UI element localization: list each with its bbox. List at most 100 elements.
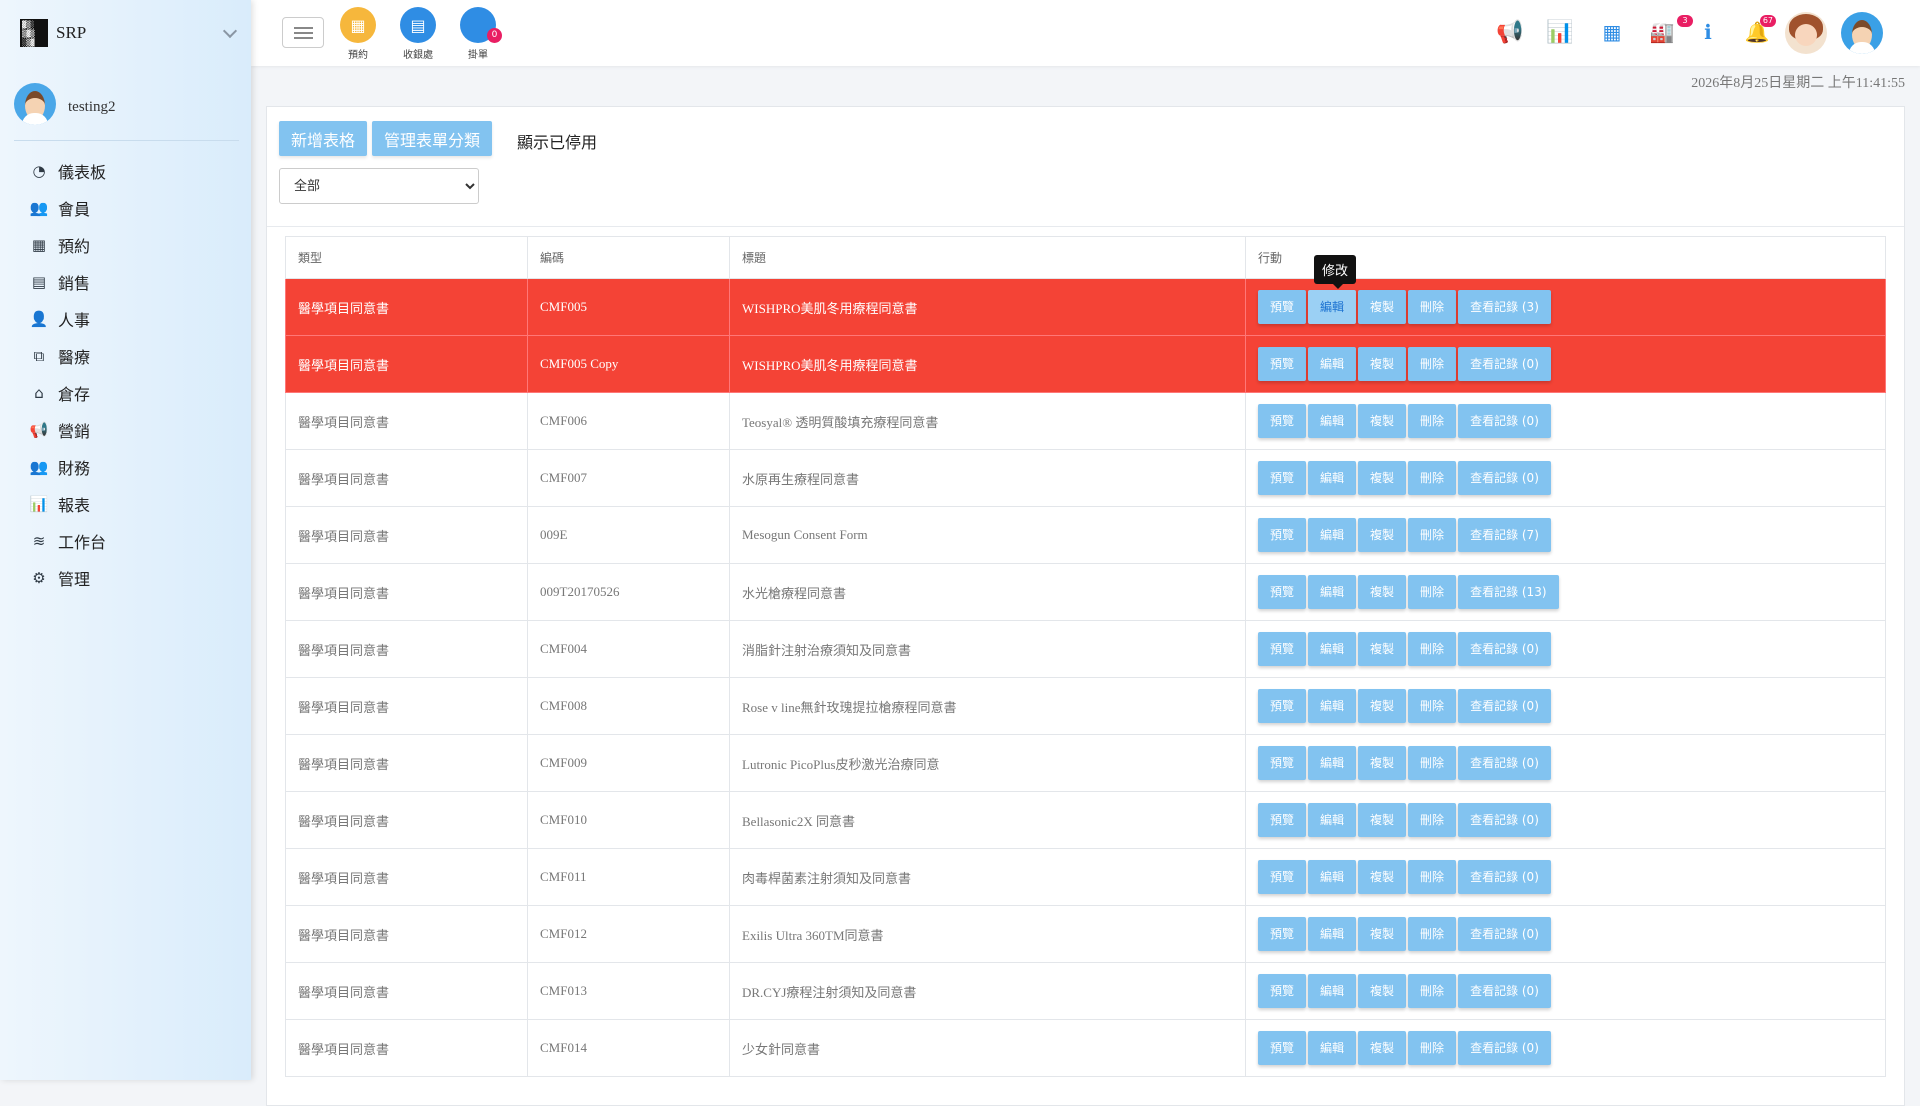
report-icon[interactable]: 📊	[1545, 17, 1575, 47]
preview-button[interactable]: 預覽	[1258, 404, 1307, 438]
preview-button[interactable]: 預覽	[1258, 632, 1307, 666]
info-icon[interactable]: ℹ	[1693, 17, 1723, 47]
chevron-down-icon[interactable]	[222, 23, 238, 39]
edit-button[interactable]: 編輯	[1308, 632, 1357, 666]
preview-button[interactable]: 預覽	[1258, 917, 1307, 951]
avatar[interactable]	[14, 83, 56, 125]
sidebar-item-8[interactable]: 👥 財務	[0, 448, 251, 485]
copy-button[interactable]: 複製	[1358, 746, 1407, 780]
edit-button[interactable]: 編輯	[1308, 575, 1357, 609]
sidebar-item-10[interactable]: ≋ 工作台	[0, 522, 251, 559]
view-records-button[interactable]: 查看記錄 (0)	[1458, 461, 1551, 495]
copy-button[interactable]: 複製	[1358, 404, 1407, 438]
view-records-button[interactable]: 查看記錄 (0)	[1458, 632, 1551, 666]
copy-button[interactable]: 複製	[1358, 803, 1407, 837]
copy-button[interactable]: 複製	[1358, 1031, 1407, 1065]
edit-button[interactable]: 編輯	[1308, 974, 1357, 1008]
manage-category-button[interactable]: 管理表單分類	[372, 121, 493, 156]
queue-icon[interactable]: 🏭 3	[1647, 15, 1693, 47]
delete-button[interactable]: 刪除	[1408, 1031, 1457, 1065]
preview-button[interactable]: 預覽	[1258, 803, 1307, 837]
preview-button[interactable]: 預覽	[1258, 1031, 1307, 1065]
preview-button[interactable]: 預覽	[1258, 746, 1307, 780]
delete-button[interactable]: 刪除	[1408, 461, 1457, 495]
view-records-button[interactable]: 查看記錄 (3)	[1458, 290, 1551, 324]
sidebar-item-4[interactable]: 👤 人事	[0, 300, 251, 337]
brand-switcher[interactable]: ▓▒░ ▒▓▒ ░▒▓ SRP	[20, 18, 238, 48]
quick-pending-order-button[interactable]: 0 掛單	[450, 7, 506, 61]
quick-booking-button[interactable]: ▦ 預約	[330, 7, 386, 61]
view-records-button[interactable]: 查看記錄 (13)	[1458, 575, 1559, 609]
preview-button[interactable]: 預覽	[1258, 974, 1307, 1008]
delete-button[interactable]: 刪除	[1408, 347, 1457, 381]
copy-button[interactable]: 複製	[1358, 860, 1407, 894]
preview-button[interactable]: 預覽	[1258, 575, 1307, 609]
preview-button[interactable]: 預覽	[1258, 689, 1307, 723]
bell-icon[interactable]: 🔔 67	[1742, 15, 1776, 47]
view-records-button[interactable]: 查看記錄 (0)	[1458, 746, 1551, 780]
qr-code-icon[interactable]: ▦	[1597, 17, 1627, 47]
view-records-button[interactable]: 查看記錄 (0)	[1458, 1031, 1551, 1065]
sidebar-item-9[interactable]: 📊 報表	[0, 485, 251, 522]
sidebar-item-11[interactable]: ⚙ 管理	[0, 559, 251, 596]
show-disabled-toggle[interactable]: 顯示已停用	[517, 129, 597, 153]
copy-button[interactable]: 複製	[1358, 689, 1407, 723]
view-records-button[interactable]: 查看記錄 (0)	[1458, 917, 1551, 951]
copy-button[interactable]: 複製	[1358, 290, 1407, 324]
preview-button[interactable]: 預覽	[1258, 461, 1307, 495]
preview-button[interactable]: 預覽	[1258, 518, 1307, 552]
delete-button[interactable]: 刪除	[1408, 632, 1457, 666]
menu-toggle-button[interactable]	[282, 17, 324, 48]
sidebar-item-7[interactable]: 📢 營銷	[0, 411, 251, 448]
copy-button[interactable]: 複製	[1358, 518, 1407, 552]
edit-button[interactable]: 編輯	[1308, 803, 1357, 837]
copy-button[interactable]: 複製	[1358, 461, 1407, 495]
edit-button[interactable]: 編輯	[1308, 347, 1357, 381]
view-records-button[interactable]: 查看記錄 (7)	[1458, 518, 1551, 552]
sidebar-item-5[interactable]: ⧉ 醫療	[0, 337, 251, 374]
delete-button[interactable]: 刪除	[1408, 974, 1457, 1008]
copy-button[interactable]: 複製	[1358, 575, 1407, 609]
delete-button[interactable]: 刪除	[1408, 917, 1457, 951]
sidebar-item-1[interactable]: 👥 會員	[0, 189, 251, 226]
user-avatar[interactable]	[1841, 12, 1883, 54]
preview-button[interactable]: 預覽	[1258, 347, 1307, 381]
view-records-button[interactable]: 查看記錄 (0)	[1458, 689, 1551, 723]
copy-button[interactable]: 複製	[1358, 974, 1407, 1008]
add-form-button[interactable]: 新增表格	[279, 121, 368, 156]
view-records-button[interactable]: 查看記錄 (0)	[1458, 803, 1551, 837]
edit-button[interactable]: 編輯	[1308, 746, 1357, 780]
delete-button[interactable]: 刪除	[1408, 860, 1457, 894]
copy-button[interactable]: 複製	[1358, 347, 1407, 381]
copy-button[interactable]: 複製	[1358, 632, 1407, 666]
delete-button[interactable]: 刪除	[1408, 575, 1457, 609]
edit-button[interactable]: 編輯	[1308, 404, 1357, 438]
delete-button[interactable]: 刪除	[1408, 803, 1457, 837]
delete-button[interactable]: 刪除	[1408, 746, 1457, 780]
delete-button[interactable]: 刪除	[1408, 689, 1457, 723]
view-records-button[interactable]: 查看記錄 (0)	[1458, 347, 1551, 381]
view-records-button[interactable]: 查看記錄 (0)	[1458, 974, 1551, 1008]
preview-button[interactable]: 預覽	[1258, 290, 1307, 324]
user-profile[interactable]: testing2	[14, 83, 239, 141]
delete-button[interactable]: 刪除	[1408, 290, 1457, 324]
preview-button[interactable]: 預覽	[1258, 860, 1307, 894]
sidebar-item-0[interactable]: ◔ 儀表板	[0, 152, 251, 189]
category-select[interactable]: 全部	[279, 168, 479, 204]
avatar[interactable]	[1785, 12, 1827, 54]
sidebar-item-3[interactable]: ▤ 銷售	[0, 263, 251, 300]
quick-cashier-button[interactable]: ▤ 收銀處	[390, 7, 446, 61]
edit-button[interactable]: 編輯	[1308, 461, 1357, 495]
announcement-icon[interactable]: 📢	[1495, 17, 1525, 47]
copy-button[interactable]: 複製	[1358, 917, 1407, 951]
edit-button[interactable]: 編輯	[1308, 689, 1357, 723]
view-records-button[interactable]: 查看記錄 (0)	[1458, 404, 1551, 438]
edit-button[interactable]: 編輯	[1308, 518, 1357, 552]
view-records-button[interactable]: 查看記錄 (0)	[1458, 860, 1551, 894]
delete-button[interactable]: 刪除	[1408, 404, 1457, 438]
sidebar-item-2[interactable]: ▦ 預約	[0, 226, 251, 263]
sidebar-item-6[interactable]: ⌂ 倉存	[0, 374, 251, 411]
delete-button[interactable]: 刪除	[1408, 518, 1457, 552]
edit-button[interactable]: 編輯	[1308, 917, 1357, 951]
edit-button[interactable]: 編輯	[1308, 290, 1357, 324]
